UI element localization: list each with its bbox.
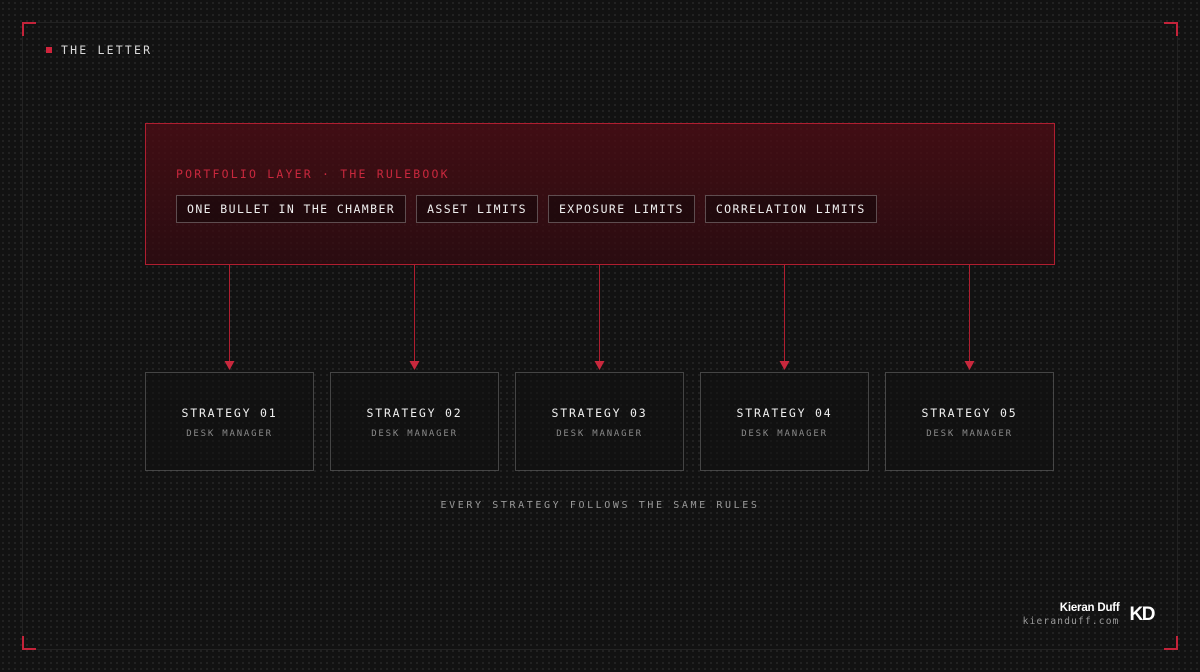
brand-text: Kieran Duff kieranduff.com (1023, 602, 1120, 627)
kd-logo-icon: KD (1129, 603, 1156, 625)
strategy-role: DESK MANAGER (556, 429, 643, 439)
portfolio-layer-title: PORTFOLIO LAYER · THE RULEBOOK (176, 167, 450, 181)
strategy-role: DESK MANAGER (741, 429, 828, 439)
strategy-box-02: STRATEGY 02 DESK MANAGER (330, 372, 499, 471)
strategy-box-03: STRATEGY 03 DESK MANAGER (515, 372, 684, 471)
strategy-name: STRATEGY 02 (366, 406, 463, 420)
portfolio-layer-box: PORTFOLIO LAYER · THE RULEBOOK ONE BULLE… (145, 123, 1055, 265)
strategy-box-05: STRATEGY 05 DESK MANAGER (885, 372, 1054, 471)
strategy-name: STRATEGY 03 (551, 406, 648, 420)
strategy-box-01: STRATEGY 01 DESK MANAGER (145, 372, 314, 471)
corner-mark-bottom-left (22, 636, 36, 650)
author-name: Kieran Duff (1059, 602, 1120, 614)
diagram-caption: EVERY STRATEGY FOLLOWS THE SAME RULES (440, 500, 760, 511)
author-brand: Kieran Duff kieranduff.com KD (1023, 602, 1156, 627)
strategy-name: STRATEGY 05 (921, 406, 1018, 420)
strategy-role: DESK MANAGER (371, 429, 458, 439)
strategy-name: STRATEGY 01 (181, 406, 278, 420)
rule-correlation-limits: CORRELATION LIMITS (704, 195, 877, 223)
strategy-role: DESK MANAGER (186, 429, 273, 439)
section-label: THE LETTER (46, 43, 152, 57)
section-marker-icon (46, 47, 52, 53)
strategy-role: DESK MANAGER (926, 429, 1013, 439)
strategy-name: STRATEGY 04 (736, 406, 833, 420)
author-website: kieranduff.com (1022, 616, 1120, 627)
slide-frame (22, 22, 1178, 650)
section-label-text: THE LETTER (61, 43, 153, 57)
strategy-box-04: STRATEGY 04 DESK MANAGER (700, 372, 869, 471)
corner-mark-bottom-right (1164, 636, 1178, 650)
corner-mark-top-right (1164, 22, 1178, 36)
rule-one-bullet: ONE BULLET IN THE CHAMBER (176, 195, 407, 223)
rule-exposure-limits: EXPOSURE LIMITS (547, 195, 695, 223)
rule-asset-limits: ASSET LIMITS (416, 195, 538, 223)
corner-mark-top-left (22, 22, 36, 36)
rule-list: ONE BULLET IN THE CHAMBER ASSET LIMITS E… (176, 195, 877, 223)
